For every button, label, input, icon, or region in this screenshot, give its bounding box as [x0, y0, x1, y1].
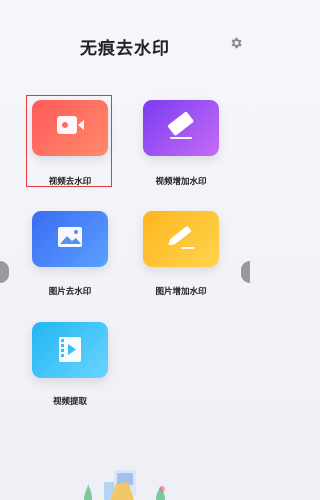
tool-card-image-add[interactable] — [143, 211, 219, 267]
tool-label-video-extract: 视频提取 — [52, 397, 87, 407]
eraser-icon — [168, 111, 194, 139]
tool-label-image-remove: 图片去水印 — [48, 287, 92, 297]
video-extract-icon — [59, 337, 81, 362]
tool-label-video-add: 视频增加水印 — [155, 177, 207, 187]
selection-highlight — [26, 95, 112, 187]
pencil-icon — [168, 226, 195, 249]
image-icon — [58, 227, 82, 247]
tool-card-video-add[interactable] — [143, 100, 219, 156]
tool-card-image-remove[interactable] — [32, 211, 108, 267]
header: 无痕去水印 — [0, 0, 250, 90]
gear-icon[interactable] — [229, 36, 243, 50]
right-edge-handle[interactable] — [241, 261, 250, 283]
tool-label-image-add: 图片增加水印 — [155, 287, 207, 297]
bottom-illustration — [84, 470, 165, 500]
tool-card-video-extract[interactable] — [32, 322, 108, 378]
left-edge-handle[interactable] — [0, 261, 9, 283]
page-title: 无痕去水印 — [80, 39, 170, 59]
